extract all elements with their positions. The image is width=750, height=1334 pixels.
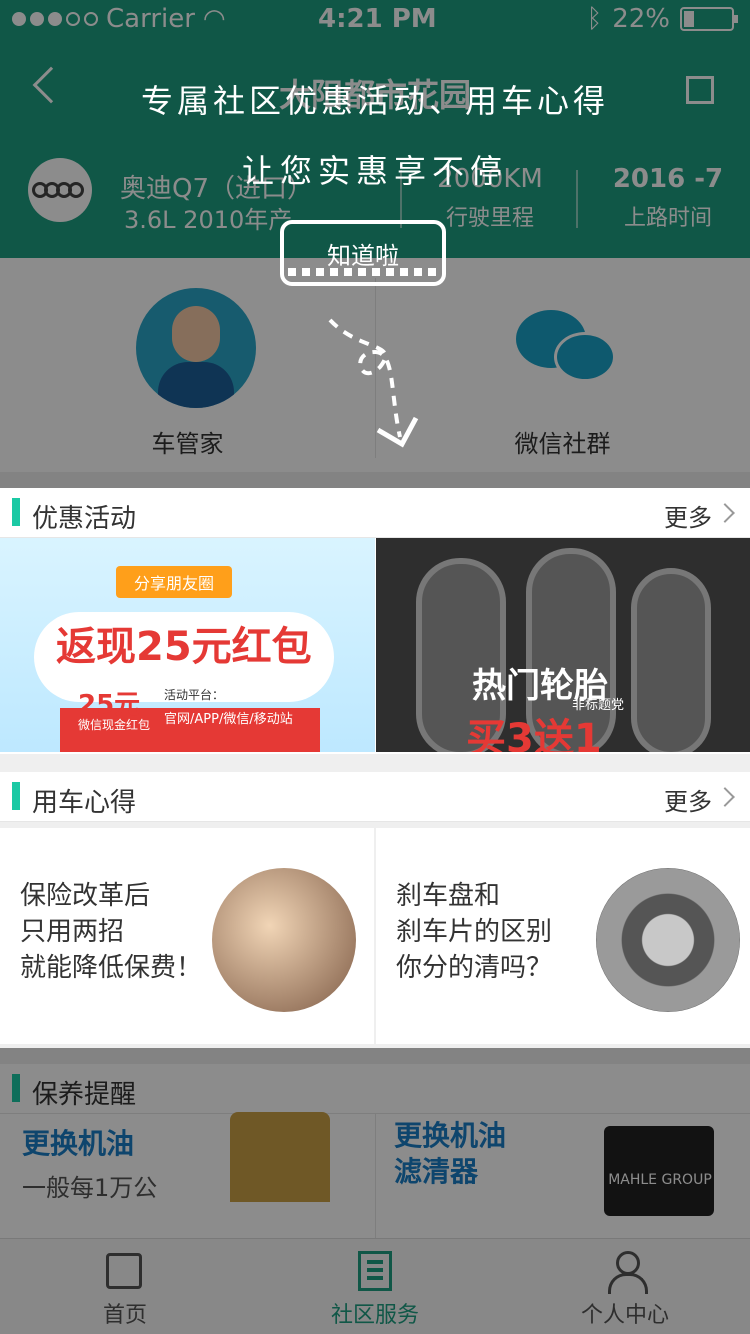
tire-image [631,568,711,752]
section-accent [12,498,20,526]
section-accent [12,782,20,810]
experience-card[interactable]: 刹车盘和 刹车片的区别 你分的清吗？ [376,828,750,1044]
promo-banner-cashback[interactable]: 分享朋友圈 返现25元红包 25元 微信现金红包 活动平台： 官网/APP/微信… [0,538,375,752]
more-link[interactable]: 更多 [664,782,712,817]
coach-text: 让您实惠享不停 [241,152,508,190]
promo-headline: 返现25元红包 [56,624,312,670]
promo-channels: 官网/APP/微信/移动站 [164,712,293,727]
promo-offer: 买3送1 [466,716,602,752]
section-title: 优惠活动 [32,504,137,534]
experience-section: 用车心得 更多 [0,772,750,822]
overlay-dim-bottom[interactable] [0,1048,750,1334]
got-it-button[interactable]: 知道啦 [280,220,446,286]
experience-title: 刹车盘和 刹车片的区别 你分的清吗？ [396,881,553,983]
experience-title: 保险改革后 只用两招 就能降低保费！ [20,881,203,983]
article-thumbnail [212,868,356,1012]
section-title: 用车心得 [32,788,137,818]
chevron-right-icon[interactable] [715,787,735,807]
section-header: 优惠活动 更多 [0,488,750,538]
coach-text: 专属社区优惠活动、用车心得 [140,82,609,120]
more-link[interactable]: 更多 [664,498,712,533]
promo-platform-label: 活动平台： [164,688,225,702]
section-header: 用车心得 更多 [0,772,750,822]
arrow-down-icon [328,318,419,448]
chevron-right-icon[interactable] [715,503,735,523]
experience-card[interactable]: 保险改革后 只用两招 就能降低保费！ [0,828,374,1044]
promo-banner-tires[interactable]: 热门轮胎 非标题党 买3送1 [376,538,750,752]
article-thumbnail [596,868,740,1012]
promo-badge: 分享朋友圈 [116,566,233,598]
promo-amount-caption: 微信现金红包 [78,718,151,732]
